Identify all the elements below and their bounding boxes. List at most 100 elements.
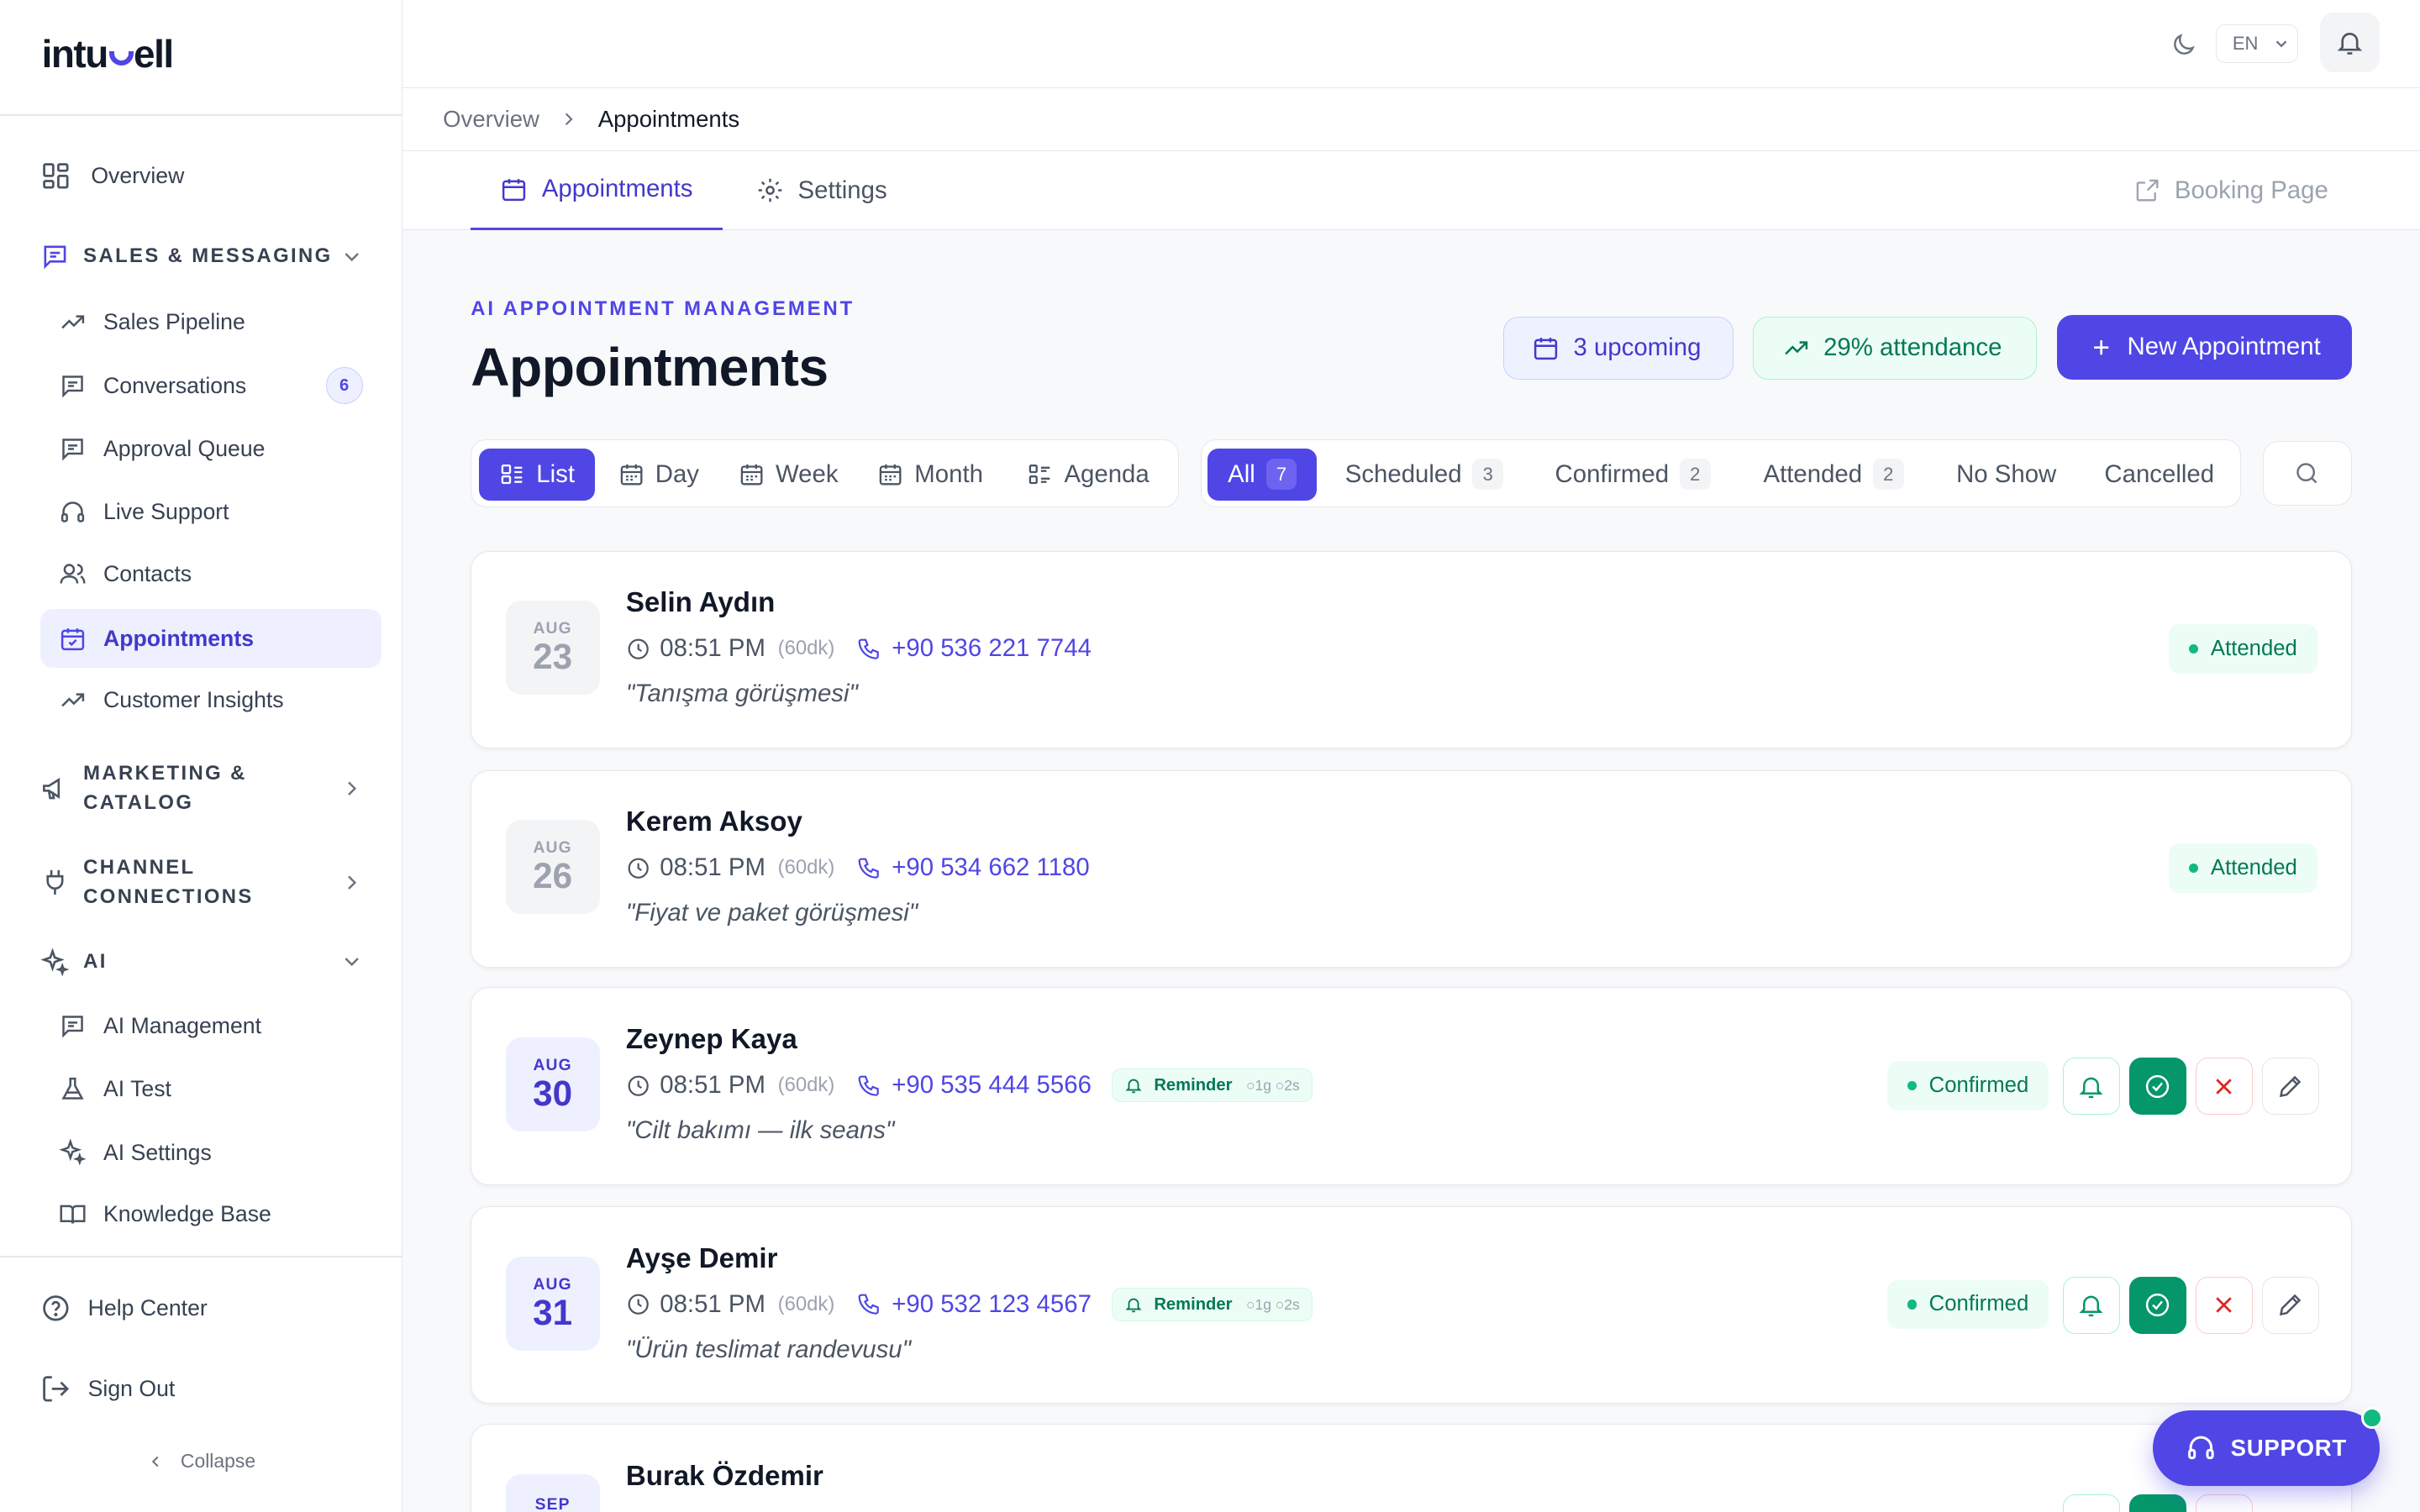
mark-attended-button[interactable] [2128,1494,2186,1512]
clock-icon [628,1294,649,1315]
filter-all-button[interactable]: All 7 [1207,448,1318,501]
appointment-card[interactable]: AUG 30 Zeynep Kaya 08:51 PM (60dk) +90 5… [471,987,2353,1185]
section-sales-messaging[interactable]: SALES & MESSAGING [40,242,365,271]
view-agenda-button[interactable]: Agenda [1027,449,1150,501]
section-ai[interactable]: AI [40,948,365,977]
appointment-meta: 08:51 PM (60dk) +90 532 123 4567 Reminde… [626,1287,1313,1322]
log-out-icon [42,1375,69,1402]
filter-label: Attended [1763,459,1863,488]
moon-icon[interactable] [2170,31,2197,59]
status-dot [2189,643,2199,654]
app-logo[interactable]: intu ell [42,31,175,76]
status-badge: Attended [2169,843,2317,893]
reminder-times: ○1g ○2s [1245,1295,1300,1313]
upcoming-badge: 3 upcoming [1502,316,1733,380]
appointment-card[interactable]: AUG 23 Selin Aydın 08:51 PM (60dk) +90 5… [471,550,2353,748]
megaphone-icon [42,778,60,800]
status-dot [2189,863,2199,873]
section-marketing-catalog[interactable]: MARKETING & CATALOG [40,759,365,818]
mark-attended-button[interactable] [2128,1058,2186,1116]
appointment-duration: (60dk) [777,856,835,879]
edit-appointment-button[interactable] [2261,1058,2319,1116]
sidebar-item-live-support[interactable]: Live Support [40,483,381,542]
status-dot [1907,1299,1917,1310]
sidebar-item-sign-out[interactable]: Sign Out [40,1373,175,1404]
appointment-card[interactable]: AUG 26 Kerem Aksoy 08:51 PM (60dk) +90 5… [471,769,2353,968]
booking-page-label: Booking Page [2174,176,2328,204]
filter-attended-button[interactable]: Attended 2 [1763,449,1904,501]
sidebar-item-label: Live Support [103,499,229,525]
sidebar-item-approval-queue[interactable]: Approval Queue [40,420,381,479]
chevron-down-icon [2276,40,2287,48]
send-reminder-button[interactable] [2062,1058,2120,1116]
section-label: AI [83,949,108,973]
phone-link[interactable]: +90 535 444 5566 [856,1071,1092,1100]
notifications-button[interactable] [2319,12,2381,73]
cancel-appointment-button[interactable] [2195,1058,2253,1116]
sidebar-item-customer-insights[interactable]: Customer Insights [40,671,381,730]
customer-name: Selin Aydın [625,586,776,618]
collapse-sidebar-button[interactable]: Collapse [146,1450,255,1473]
sidebar-item-ai-settings[interactable]: AI Settings [40,1123,381,1182]
sidebar-divider [0,1256,403,1257]
sidebar-item-conversations[interactable]: Conversations 6 [40,356,381,415]
sidebar-item-ai-test[interactable]: AI Test [40,1060,381,1119]
view-week-button[interactable]: Week [739,449,839,501]
tab-settings[interactable]: Settings [756,151,887,230]
chevron-right-icon [348,781,357,795]
send-reminder-button[interactable] [2062,1276,2120,1334]
chevron-right-icon [565,113,573,126]
date-day: 23 [533,637,573,677]
send-reminder-button[interactable] [2062,1494,2120,1512]
phone-link[interactable]: +90 534 662 1180 [856,853,1090,882]
filter-cancelled-button[interactable]: Cancelled [2104,449,2214,501]
support-button[interactable]: SUPPORT [2153,1407,2383,1486]
mark-attended-button[interactable] [2128,1276,2186,1334]
phone-link[interactable]: +90 536 221 7744 [856,634,1092,663]
attendance-text: 29% attendance [1823,333,2002,362]
sidebar-item-knowledge-base[interactable]: Knowledge Base [40,1185,381,1244]
filter-scheduled-button[interactable]: Scheduled 3 [1345,449,1504,501]
phone-icon [858,638,879,659]
appointment-note: "Ürün teslimat randevusu" [625,1335,912,1363]
status-badge: Confirmed [1887,1060,2049,1110]
sidebar-item-contacts[interactable]: Contacts [40,544,381,603]
tab-appointments[interactable]: Appointments [471,151,723,230]
appointment-card[interactable]: AUG 31 Ayşe Demir 08:51 PM (60dk) +90 53… [471,1206,2353,1404]
booking-page-link[interactable]: Booking Page [2134,151,2328,230]
sidebar-item-help-center[interactable]: Help Center [40,1293,208,1324]
view-day-button[interactable]: Day [618,449,699,501]
sidebar-item-overview[interactable]: Overview [40,160,184,192]
cancel-appointment-button[interactable] [2195,1276,2253,1334]
customer-name: Kerem Aksoy [625,806,802,837]
search-button[interactable] [2262,441,2353,507]
phone-link[interactable]: +90 532 123 4567 [856,1290,1092,1319]
language-select[interactable]: EN [2216,24,2298,64]
breadcrumb-parent[interactable]: Overview [443,106,539,133]
tab-label: Appointments [541,175,693,203]
section-label: MARKETING & CATALOG [83,761,247,814]
bell-icon [2079,1077,2103,1098]
section-channel-connections[interactable]: CHANNEL CONNECTIONS [40,853,365,912]
status-text: Confirmed [1928,1292,2029,1316]
filter-no-show-button[interactable]: No Show [1956,449,2056,501]
sidebar-item-ai-management[interactable]: AI Management [40,997,381,1056]
bell-icon [2337,33,2363,55]
cancel-appointment-button[interactable] [2195,1494,2253,1512]
filter-count: 3 [1472,459,1504,491]
view-label: Agenda [1064,459,1150,488]
filter-label: All [1228,459,1255,488]
new-appointment-button[interactable]: New Appointment [2057,314,2353,380]
status-text: Confirmed [1928,1073,2029,1097]
appointment-card[interactable]: SEP Burak Özdemir [471,1424,2353,1512]
headphones-icon [60,501,84,523]
sidebar-item-appointments[interactable]: Appointments [39,609,381,669]
sidebar-item-label: Approval Queue [103,435,266,461]
sidebar-item-sales-pipeline[interactable]: Sales Pipeline [40,293,381,352]
status-badge: Confirmed [1887,1279,2049,1330]
view-list-button[interactable]: List [479,448,595,501]
view-month-button[interactable]: Month [877,449,983,501]
edit-appointment-button[interactable] [2261,1276,2319,1334]
filter-confirmed-button[interactable]: Confirmed 2 [1555,449,1711,501]
trending-up-icon [1784,341,1807,354]
